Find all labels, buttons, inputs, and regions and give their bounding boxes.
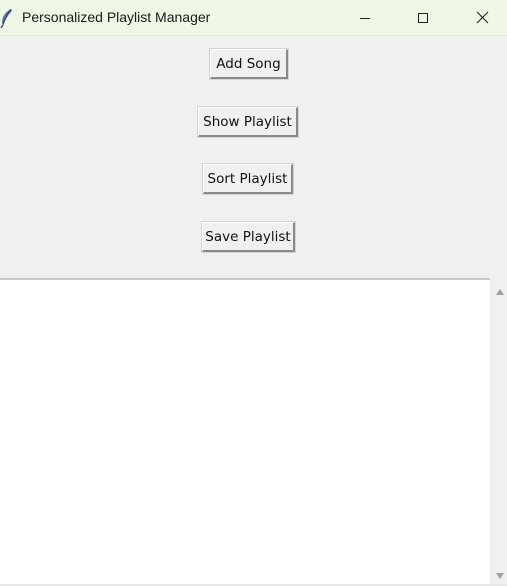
app-window: Personalized Playlist Manager Add Song S… xyxy=(0,0,507,586)
vertical-scrollbar[interactable] xyxy=(492,278,507,584)
minimize-icon xyxy=(359,9,371,28)
close-icon xyxy=(476,9,489,28)
maximize-button[interactable] xyxy=(400,0,446,36)
add-song-button[interactable]: Add Song xyxy=(209,48,289,80)
triangle-up-icon xyxy=(495,281,505,300)
sort-playlist-button[interactable]: Sort Playlist xyxy=(202,163,294,195)
playlist-listbox[interactable] xyxy=(0,278,490,584)
show-playlist-button[interactable]: Show Playlist xyxy=(197,106,299,138)
window-title: Personalized Playlist Manager xyxy=(22,9,211,25)
close-button[interactable] xyxy=(459,0,505,36)
scroll-down-arrow[interactable] xyxy=(492,566,507,582)
feather-icon xyxy=(0,8,14,29)
maximize-icon xyxy=(417,9,429,28)
save-playlist-button[interactable]: Save Playlist xyxy=(201,221,296,253)
title-bar[interactable]: Personalized Playlist Manager xyxy=(0,0,507,36)
scroll-up-arrow[interactable] xyxy=(492,282,507,298)
minimize-button[interactable] xyxy=(342,0,388,36)
triangle-down-icon xyxy=(495,565,505,584)
